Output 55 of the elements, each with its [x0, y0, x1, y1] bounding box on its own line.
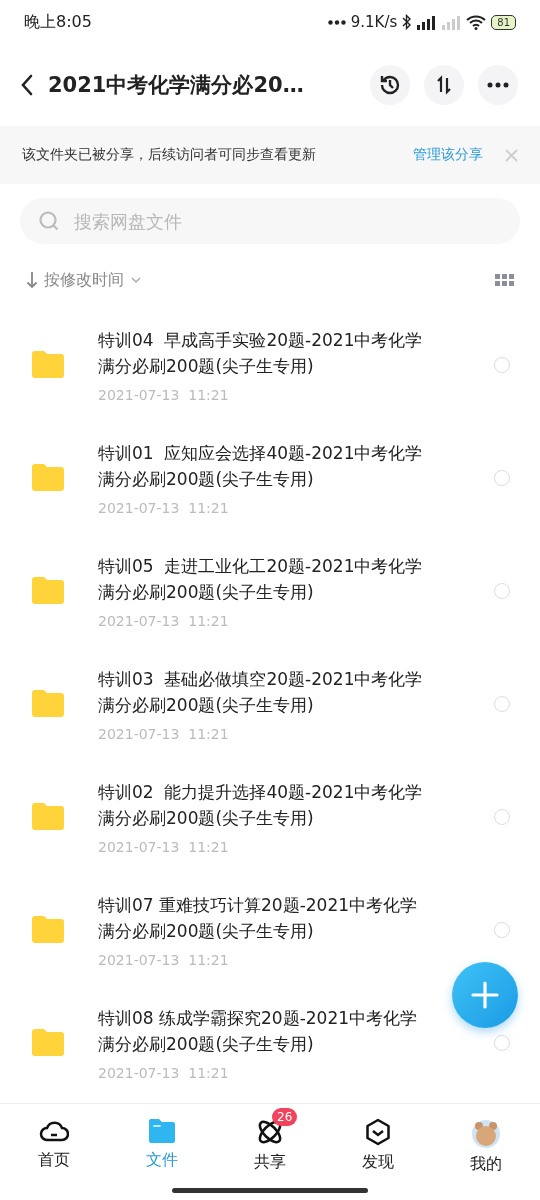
modified-date: 2021-07-13 11:21	[98, 386, 230, 403]
history-icon	[379, 74, 401, 96]
network-speed: 9.1K/s	[350, 13, 398, 31]
modified-date: 2021-07-13 11:21	[98, 838, 230, 855]
folder-name[interactable]: 特训05 走进工业化工20题-2021中考化学满分必刷200题(尖子生专用)	[98, 552, 433, 605]
folder-icon	[32, 916, 64, 943]
folder-name[interactable]: 特训08 练成学霸探究20题-2021中考化学满分必刷200题(尖子生专用)	[98, 1004, 433, 1057]
folder-icon	[32, 464, 64, 491]
battery-level: 81	[491, 14, 516, 30]
folder-name[interactable]: 特训07 重难技巧计算20题-2021中考化学满分必刷200题(尖子生专用)	[98, 891, 433, 944]
folder-name[interactable]: 特训03 基础必做填空20题-2021中考化学满分必刷200题(尖子生专用)	[98, 665, 433, 718]
down-arrow-icon	[26, 271, 38, 289]
grid-view-icon[interactable]	[495, 274, 514, 286]
folder-name[interactable]: 特训04 早成高手实验20题-2021中考化学满分必刷200题(尖子生专用)	[98, 326, 433, 379]
search-input[interactable]: 搜索网盘文件	[72, 209, 502, 233]
close-icon[interactable]	[505, 148, 518, 162]
chevron-down-icon	[130, 276, 142, 284]
back-icon[interactable]	[20, 74, 34, 96]
dots-icon	[327, 19, 346, 25]
folder-icon	[32, 1029, 64, 1056]
sort-button[interactable]	[424, 65, 464, 105]
more-button[interactable]	[478, 65, 518, 105]
share-notice: 该文件夹已被分享，后续访问者可同步查看更新	[22, 146, 317, 164]
folder-icon	[32, 351, 64, 378]
search-bar[interactable]: 搜索网盘文件	[20, 198, 520, 244]
status-time: 晚上8:05	[24, 11, 92, 33]
history-button[interactable]	[370, 65, 410, 105]
count-badge: 26	[272, 1108, 298, 1126]
signal-icon	[416, 14, 437, 30]
modified-date: 2021-07-13 11:21	[98, 612, 230, 629]
folder-icon	[32, 577, 64, 604]
modified-date: 2021-07-13 11:21	[98, 951, 230, 968]
folder-name[interactable]: 特训02 能力提升选择40题-2021中考化学满分必刷200题(尖子生专用)	[98, 778, 433, 831]
select-radio[interactable]	[494, 1034, 510, 1051]
bluetooth-icon	[402, 14, 412, 30]
plus-icon	[471, 981, 499, 1009]
folder-name[interactable]: 特训01 应知应会选择40题-2021中考化学满分必刷200题(尖子生专用)	[98, 439, 433, 492]
nav-tab[interactable]: 发现	[324, 1104, 432, 1200]
nav-tab[interactable]: 首页	[0, 1104, 108, 1200]
folder-title: 2021中考化学满分必20…	[48, 72, 305, 99]
folder-icon	[148, 1118, 176, 1144]
add-button[interactable]	[452, 962, 518, 1028]
sort-by-time-button[interactable]: 按修改时间	[26, 269, 142, 291]
nav-tab[interactable]: 我的	[432, 1104, 540, 1200]
wifi-icon	[466, 14, 487, 30]
folder-icon	[32, 690, 64, 717]
modified-date: 2021-07-13 11:21	[98, 499, 230, 516]
signal-icon	[441, 14, 462, 30]
folder-icon	[32, 803, 64, 830]
modified-date: 2021-07-13 11:21	[98, 725, 230, 742]
more-icon	[487, 82, 509, 88]
hexagon-clock-icon	[365, 1118, 391, 1146]
modified-date: 2021-07-13 11:21	[98, 1064, 230, 1081]
search-icon	[38, 210, 60, 232]
avatar-icon	[470, 1118, 502, 1148]
